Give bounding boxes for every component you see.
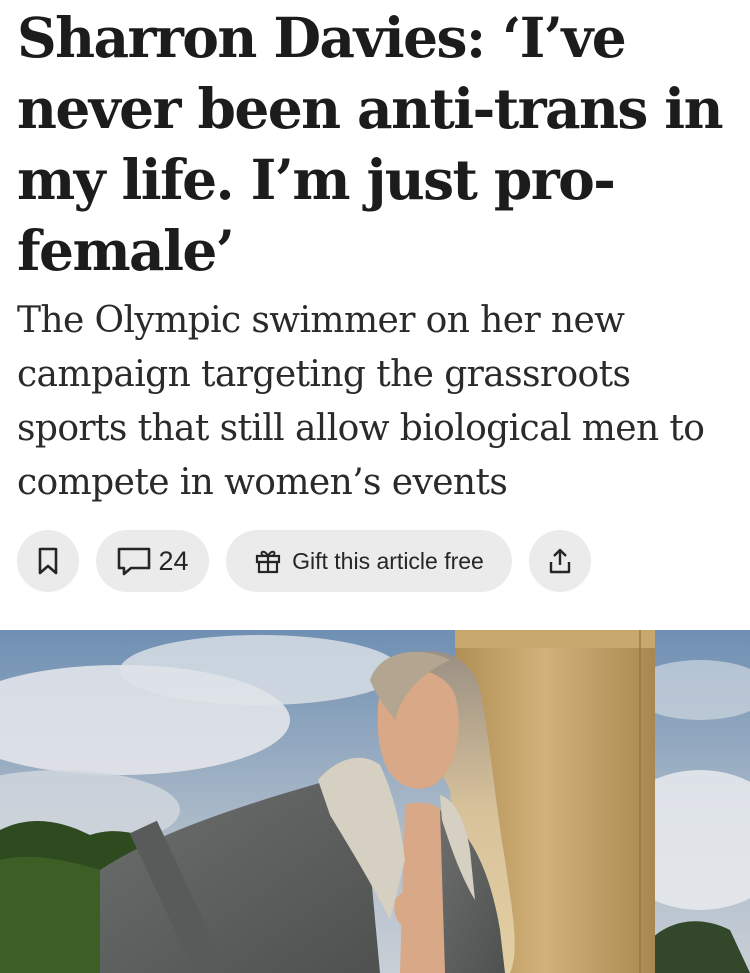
- article-hero-photo: [0, 630, 750, 973]
- speech-bubble-icon: [116, 545, 152, 577]
- comment-count: 24: [158, 545, 189, 576]
- article-action-bar: 24 Gift this article free: [17, 530, 591, 592]
- share-upload-icon: [545, 546, 575, 576]
- gift-icon: [254, 547, 282, 575]
- comments-button[interactable]: 24: [96, 530, 209, 592]
- article-headline: Sharron Davies: ‘I’ve never been anti-tr…: [17, 5, 724, 283]
- gift-article-label: Gift this article free: [292, 547, 484, 574]
- article-standfirst: The Olympic swimmer on her new campaign …: [17, 300, 705, 503]
- bookmark-icon: [35, 546, 61, 576]
- gift-article-button[interactable]: Gift this article free: [226, 530, 512, 592]
- bookmark-button[interactable]: [17, 530, 79, 592]
- share-button[interactable]: [529, 530, 591, 592]
